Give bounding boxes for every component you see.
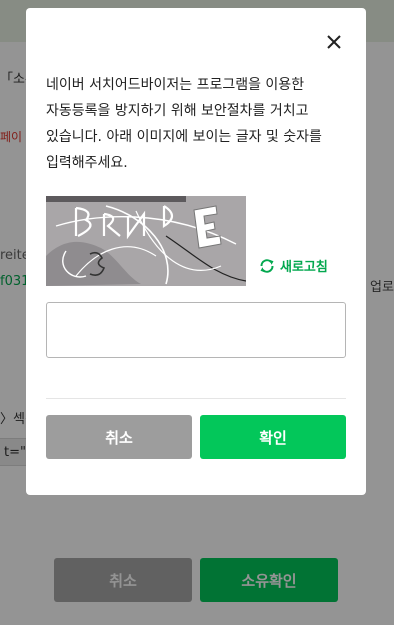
close-icon[interactable] — [324, 32, 344, 52]
refresh-label: 새로고침 — [280, 260, 328, 275]
confirm-button[interactable]: 확인 — [200, 415, 346, 459]
captcha-description: 네이버 서치어드바이저는 프로그램을 이용한 자동등록을 방지하기 위해 보안절… — [46, 77, 322, 171]
modal-divider — [46, 398, 346, 399]
captcha-input[interactable] — [46, 302, 346, 358]
captcha-image — [46, 196, 246, 286]
refresh-button[interactable]: 새로고침 — [258, 256, 328, 275]
captcha-modal: 네이버 서치어드바이저는 프로그램을 이용한 자동등록을 방지하기 위해 보안절… — [26, 8, 366, 495]
cancel-button[interactable]: 취소 — [46, 415, 192, 459]
refresh-icon — [258, 257, 276, 275]
